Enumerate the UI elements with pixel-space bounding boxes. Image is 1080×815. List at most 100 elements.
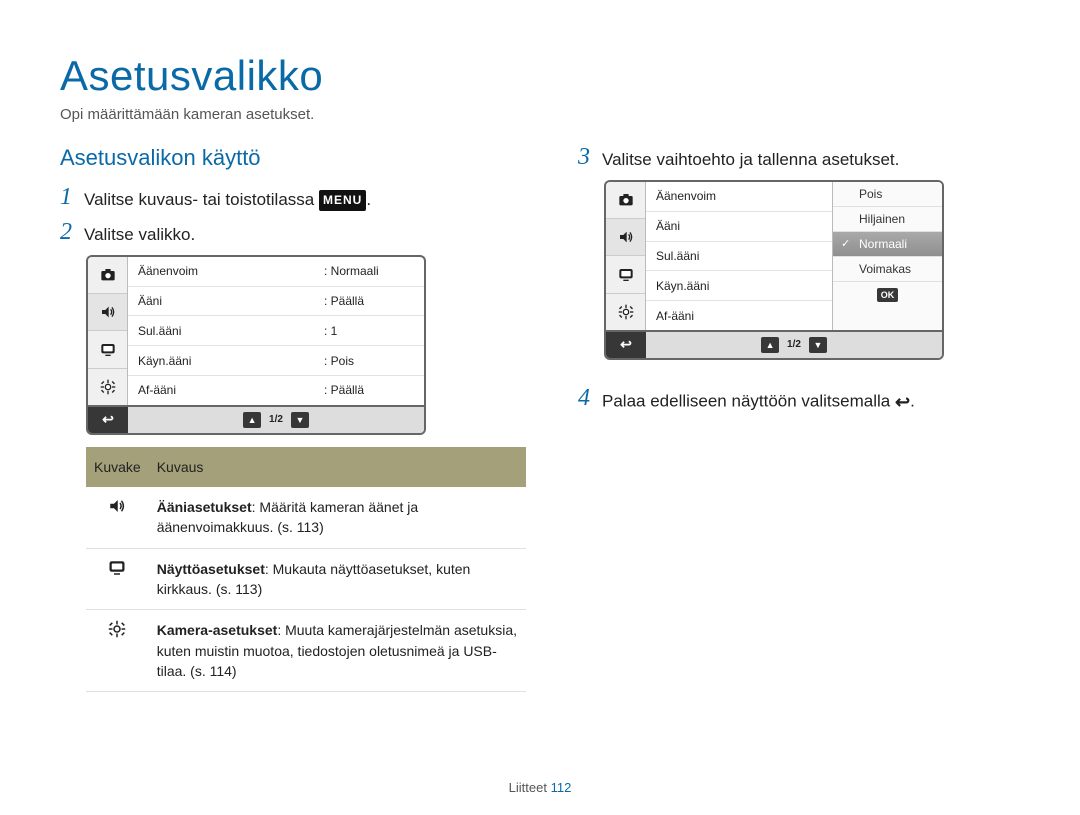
step-2: 2 Valitse valikko. [60,220,530,247]
camera-icon[interactable] [606,182,645,219]
step-number: 3 [578,145,602,169]
menu-row-label: Ääni [128,294,324,308]
option-row[interactable]: Voimakas [833,257,942,282]
step-text-part: Valitse kuvaus- tai toistotilassa [84,190,319,209]
page-indicator: 1/2 [265,414,287,425]
menu-row-label: Käyn.ääni [128,354,324,368]
row-desc: Näyttöasetukset: Mukauta näyttöasetukset… [149,548,526,610]
footer-page-number: 112 [551,780,572,795]
table-row: Näyttöasetukset: Mukauta näyttöasetukset… [86,548,526,610]
camera-menu-list: Äänenvoim: Normaali Ääni: Päällä Sul.ään… [128,257,424,405]
step-text-part: . [366,190,371,209]
table-row: Ääniasetukset: Määritä kameran äänet ja … [86,487,526,548]
menu-row[interactable]: Käyn.ääni: Pois [128,346,424,376]
step-number: 2 [60,220,84,244]
back-button[interactable]: ↩ [606,332,646,358]
option-label: Voimakas [859,262,911,276]
menu-row[interactable]: Sul.ääni [646,242,832,272]
gear-icon [86,610,149,692]
camera-icon[interactable] [88,257,127,294]
step-text: Valitse vaihtoehto ja tallenna asetukset… [602,145,899,172]
menu-row-label: Äänenvoim [646,189,832,203]
gear-icon[interactable] [88,369,127,405]
option-row[interactable]: Hiljainen [833,207,942,232]
row-desc-bold: Kamera-asetukset [157,622,278,638]
page-up-button[interactable]: ▲ [243,412,261,428]
display-icon[interactable] [606,256,645,293]
option-ok-row: OK [833,282,942,330]
menu-row[interactable]: Af-ääni [646,301,832,330]
menu-icon: MENU [319,190,366,210]
menu-row-value: : 1 [324,324,424,338]
menu-row-label: Sul.ääni [128,324,324,338]
gear-icon[interactable] [606,294,645,330]
row-desc-bold: Ääniasetukset [157,499,252,515]
back-button[interactable]: ↩ [88,407,128,433]
left-column: Asetusvalikon käyttö 1 Valitse kuvaus- t… [60,145,530,692]
camera-footer: ↩ ▲ 1/2 ▼ [88,407,424,433]
step-text-part: . [910,392,915,411]
menu-row-label: Sul.ääni [646,249,832,263]
step-text: Palaa edelliseen näyttöön valitsemalla ↩… [602,386,915,414]
pager: ▲ 1/2 ▼ [646,337,942,353]
menu-row[interactable]: Käyn.ääni [646,271,832,301]
option-row[interactable]: Pois [833,182,942,207]
menu-row-value: : Päällä [324,383,424,397]
camera-option-list: Pois Hiljainen ✓ Normaali Voimakas OK [832,182,942,330]
camera-sidebar [88,257,128,405]
display-icon[interactable] [88,331,127,368]
menu-row[interactable]: Ääni: Päällä [128,287,424,317]
pager: ▲ 1/2 ▼ [128,412,424,428]
page-indicator: 1/2 [783,339,805,350]
page-down-button[interactable]: ▼ [809,337,827,353]
row-desc: Kamera-asetukset: Muuta kamerajärjestelm… [149,610,526,692]
row-desc: Ääniasetukset: Määritä kameran äänet ja … [149,487,526,548]
row-desc-bold: Näyttöasetukset [157,561,265,577]
step-text: Valitse valikko. [84,220,195,247]
camera-screen-menu: Äänenvoim: Normaali Ääni: Päällä Sul.ään… [86,255,426,435]
menu-row[interactable]: Äänenvoim: Normaali [128,257,424,287]
option-label: Normaali [859,237,907,251]
menu-row-label: Äänenvoim [128,264,324,278]
section-heading: Asetusvalikon käyttö [60,145,530,171]
step-number: 4 [578,386,602,410]
display-icon [86,548,149,610]
menu-row[interactable]: Ääni [646,212,832,242]
page-subtitle: Opi määrittämään kameran asetukset. [60,106,1020,123]
check-icon: ✓ [841,237,855,250]
footer-label: Liitteet [509,780,547,795]
step-text: Valitse kuvaus- tai toistotilassa MENU. [84,185,371,212]
page-up-button[interactable]: ▲ [761,337,779,353]
option-label: Hiljainen [859,212,905,226]
head-desc: Kuvaus [149,447,526,487]
menu-row-label: Af-ääni [646,309,832,323]
step-3: 3 Valitse vaihtoehto ja tallenna asetuks… [578,145,1008,172]
speaker-icon[interactable] [606,219,645,256]
ok-button[interactable]: OK [877,288,899,302]
step-number: 1 [60,185,84,209]
icon-description-table: Kuvake Kuvaus Ääniasetukset: Määritä kam… [86,447,526,692]
camera-menu-list: Äänenvoim Ääni Sul.ääni Käyn.ääni Af-ään… [646,182,832,330]
page-down-button[interactable]: ▼ [291,412,309,428]
right-column: 3 Valitse vaihtoehto ja tallenna asetuks… [578,145,1008,692]
speaker-icon[interactable] [88,294,127,331]
speaker-icon [86,487,149,548]
menu-row[interactable]: Äänenvoim [646,182,832,212]
option-row-selected[interactable]: ✓ Normaali [833,232,942,257]
page-title: Asetusvalikko [60,52,1020,100]
step-4: 4 Palaa edelliseen näyttöön valitsemalla… [578,386,1008,414]
camera-sidebar [606,182,646,330]
page-footer: Liitteet 112 [0,780,1080,795]
menu-row-value: : Päällä [324,294,424,308]
camera-footer: ↩ ▲ 1/2 ▼ [606,332,942,358]
menu-row-label: Af-ääni [128,383,324,397]
menu-row[interactable]: Af-ääni: Päällä [128,376,424,405]
option-label: Pois [859,187,882,201]
table-row: Kamera-asetukset: Muuta kamerajärjestelm… [86,610,526,692]
step-text-part: Palaa edelliseen näyttöön valitsemalla [602,392,895,411]
table-header: Kuvake Kuvaus [86,447,526,487]
menu-row[interactable]: Sul.ääni: 1 [128,316,424,346]
menu-row-label: Ääni [646,219,832,233]
back-icon: ↩ [895,390,910,414]
step-1: 1 Valitse kuvaus- tai toistotilassa MENU… [60,185,530,212]
